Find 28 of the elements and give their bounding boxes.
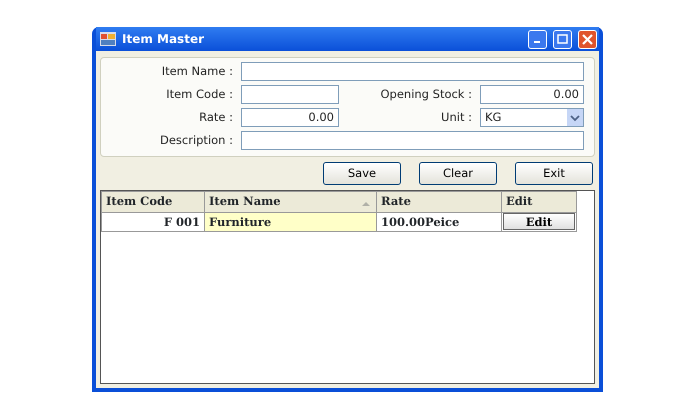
table-cell: F 001 [102,212,204,232]
field-label: Unit : [440,108,472,126]
field-label: Opening Stock : [379,86,472,103]
field-label: Rate : [198,108,233,126]
maximize-button[interactable] [553,30,572,48]
field-label: Description : [158,132,233,149]
table-cell: 100.00Peice [376,212,502,232]
input-field[interactable]: 0.00 [241,108,339,127]
minimize-button[interactable] [528,30,547,48]
close-icon[interactable] [582,34,593,44]
window-title: Item Master [122,31,205,48]
unit-dropdown[interactable]: KG [480,108,584,127]
edit-button[interactable]: Edit [503,213,575,230]
close-button[interactable] [578,30,597,48]
action-button[interactable]: Clear [419,162,497,185]
table-cell: Furniture [204,212,376,232]
field-label: Item Name : [160,62,233,80]
action-button[interactable]: Exit [515,162,593,185]
input-field[interactable]: 0.00 [480,85,584,104]
column-header[interactable]: Rate [381,194,411,208]
input-field[interactable] [241,62,584,81]
field-label: Item Code : [165,86,233,103]
action-button[interactable]: Save [323,162,401,185]
input-field[interactable] [241,131,584,150]
dropdown-value: KG [485,109,502,126]
input-field[interactable] [241,85,339,104]
maximize-icon[interactable] [557,34,568,44]
window-icon [100,32,116,46]
